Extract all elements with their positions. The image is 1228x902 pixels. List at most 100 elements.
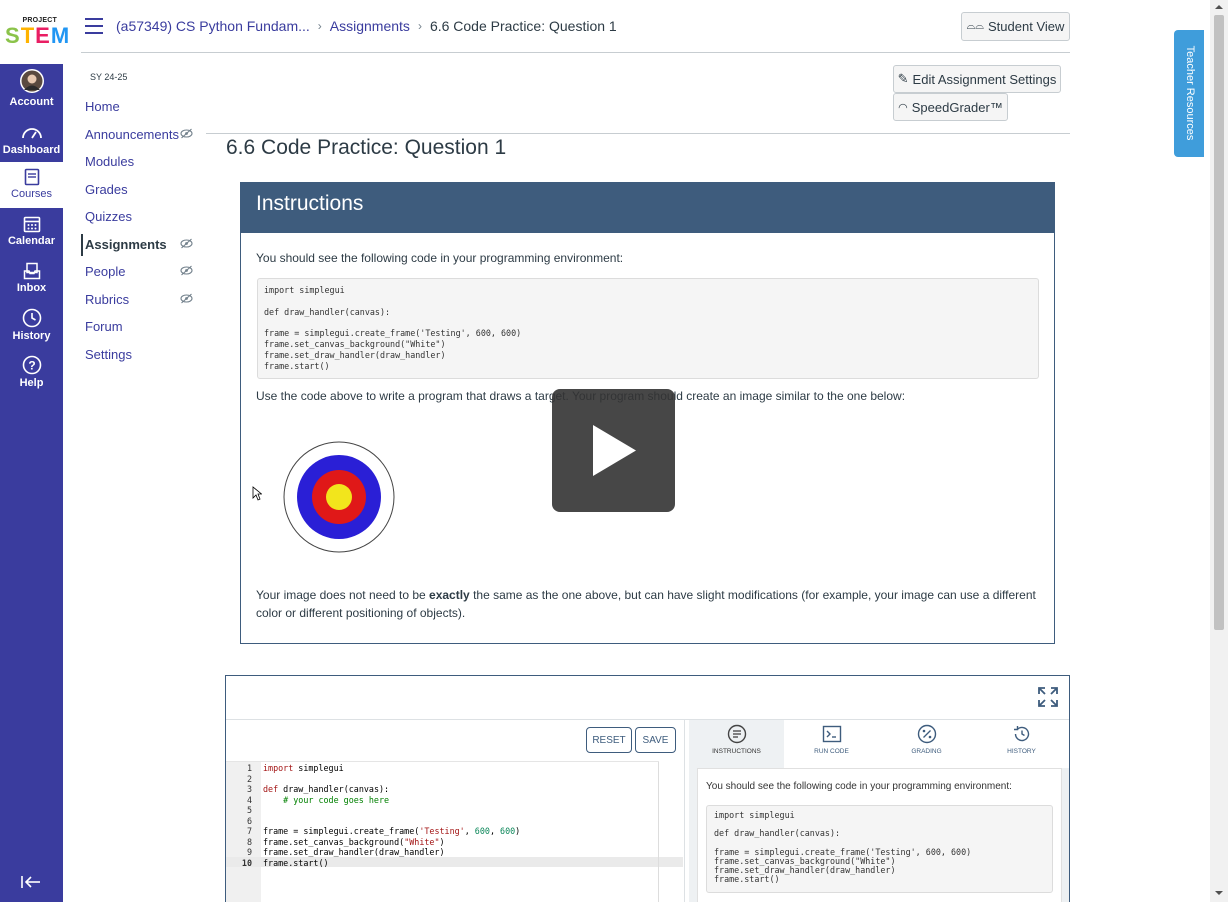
- teacher-resources-tab[interactable]: Teacher Resources: [1174, 30, 1204, 157]
- terminal-icon: [822, 725, 841, 743]
- nav-help[interactable]: ? Help: [0, 355, 63, 389]
- course-nav-announcements[interactable]: Announcements: [85, 127, 179, 142]
- speedgrader-button[interactable]: ◠ SpeedGrader™: [893, 93, 1008, 121]
- code-editor[interactable]: 1 2 3 4 5 6 7 8 9 10 import simplegui de…: [226, 761, 683, 902]
- teacher-resources-label: Teacher Resources: [1184, 45, 1196, 141]
- tab-run-code[interactable]: RUN CODE: [784, 720, 879, 768]
- tab-run-code-label: RUN CODE: [814, 748, 849, 755]
- line-number: 4: [246, 794, 252, 805]
- history-icon: [1013, 726, 1029, 742]
- page-title: 6.6 Code Practice: Question 1: [226, 136, 507, 159]
- editor-print-margin: [658, 762, 659, 902]
- code-line: import simplegui: [263, 763, 344, 773]
- note-text-1: Your image does not need to be: [256, 588, 430, 602]
- line-number: 2: [246, 773, 252, 784]
- ide-toolbar: [226, 676, 1069, 720]
- code-line: frame.set_canvas_background("White"): [263, 836, 445, 847]
- line-number: 3: [246, 784, 252, 794]
- inbox-icon: [23, 262, 40, 280]
- target-image: [283, 441, 395, 553]
- nav-calendar-label: Calendar: [7, 235, 56, 247]
- page-header: (a57349) CS Python Fundam... › Assignmen…: [81, 0, 1070, 53]
- save-button[interactable]: SAVE: [635, 727, 676, 753]
- glasses-icon: ⌓⌓: [966, 20, 985, 32]
- tab-history-label: HISTORY: [1007, 748, 1036, 755]
- grading-icon: [917, 724, 936, 744]
- history-icon: [22, 308, 41, 328]
- nav-history-label: History: [12, 330, 51, 342]
- nav-help-label: Help: [19, 377, 44, 389]
- course-nav-rubrics[interactable]: Rubrics: [85, 292, 129, 307]
- course-nav-forum[interactable]: Forum: [85, 319, 123, 334]
- code-ide: RESET SAVE 1 2 3 4 5 6 7 8 9 10 import s…: [225, 675, 1070, 902]
- speedgrader-label: SpeedGrader™: [911, 99, 1003, 115]
- course-nav-quizzes[interactable]: Quizzes: [85, 209, 132, 224]
- page-scrollbar[interactable]: [1210, 0, 1228, 902]
- nav-history[interactable]: History: [0, 308, 63, 342]
- term-label: SY 24-25: [90, 72, 128, 82]
- hidden-eye-icon: [180, 293, 193, 304]
- line-number: 6: [246, 815, 252, 826]
- fullscreen-icon[interactable]: [1038, 687, 1058, 707]
- nav-inbox[interactable]: Inbox: [0, 262, 63, 294]
- scrollbar-thumb[interactable]: [1214, 15, 1224, 630]
- instructions-tab-content: You should see the following code in you…: [689, 768, 1069, 902]
- video-play-button[interactable]: [552, 389, 675, 512]
- breadcrumb-course[interactable]: (a57349) CS Python Fundam...: [116, 18, 310, 34]
- tab-history[interactable]: HISTORY: [974, 720, 1069, 768]
- tab-instructions-label: INSTRUCTIONS: [712, 748, 761, 755]
- nav-calendar[interactable]: Calendar: [0, 215, 63, 247]
- course-nav-home[interactable]: Home: [85, 99, 120, 114]
- instructions-intro: You should see the following code in you…: [256, 251, 624, 265]
- nav-courses-label: Courses: [11, 188, 52, 200]
- logo-main-text: STEM: [5, 23, 71, 48]
- panel-code-block: import simplegui def draw_handler(canvas…: [706, 805, 1053, 893]
- code-line: frame = simplegui.create_frame('Testing'…: [263, 826, 521, 836]
- global-nav: PROJECT STEM Account Dashboard Courses C…: [0, 0, 69, 902]
- tab-grading[interactable]: GRADING: [879, 720, 974, 768]
- nav-dashboard[interactable]: Dashboard: [0, 124, 63, 156]
- course-nav-grades[interactable]: Grades: [85, 182, 128, 197]
- course-nav-assignments[interactable]: Assignments: [85, 237, 167, 252]
- breadcrumb-separator-icon: ›: [317, 19, 322, 33]
- reset-button[interactable]: RESET: [586, 727, 632, 753]
- note-bold: exactly: [429, 588, 470, 602]
- line-number: 10: [241, 857, 252, 868]
- nav-courses[interactable]: Courses: [0, 162, 63, 208]
- nav-inbox-label: Inbox: [16, 282, 47, 294]
- scroll-down-icon[interactable]: [1214, 889, 1224, 897]
- panel-divider[interactable]: [684, 720, 685, 902]
- course-nav-modules[interactable]: Modules: [85, 154, 134, 169]
- instructions-heading: Instructions: [241, 183, 1054, 233]
- line-number: 1: [246, 763, 252, 773]
- courses-icon: [24, 168, 39, 186]
- avatar: [19, 69, 44, 93]
- scroll-up-icon[interactable]: [1214, 3, 1224, 11]
- hidden-eye-icon: [180, 238, 193, 249]
- line-number: 5: [246, 805, 252, 815]
- line-number: 8: [246, 836, 252, 847]
- tab-grading-label: GRADING: [911, 748, 942, 755]
- collapse-nav-icon[interactable]: [20, 874, 42, 890]
- edit-assignment-settings-button[interactable]: ✎ Edit Assignment Settings: [893, 65, 1061, 93]
- hamburger-menu-icon[interactable]: [85, 18, 103, 34]
- tab-instructions[interactable]: INSTRUCTIONS: [689, 720, 784, 768]
- dashboard-icon: [21, 128, 42, 139]
- ide-tabs: INSTRUCTIONS RUN CODE GRADING HISTORY: [689, 720, 1069, 768]
- instructions-card: You should see the following code in you…: [697, 768, 1062, 902]
- breadcrumb-assignments[interactable]: Assignments: [330, 18, 410, 34]
- pencil-icon: ✎: [897, 71, 909, 86]
- target-ring: [326, 484, 352, 510]
- code-line: # your code goes here: [263, 794, 390, 805]
- project-stem-logo[interactable]: PROJECT STEM: [0, 0, 69, 64]
- breadcrumb: (a57349) CS Python Fundam... › Assignmen…: [116, 18, 617, 34]
- course-nav-settings[interactable]: Settings: [85, 347, 132, 362]
- breadcrumb-separator-icon: ›: [417, 19, 422, 33]
- panel-intro: You should see the following code in you…: [706, 781, 1012, 792]
- course-nav-people[interactable]: People: [85, 264, 125, 279]
- nav-account[interactable]: Account: [0, 68, 63, 108]
- help-icon: ?: [22, 355, 41, 375]
- code-line: frame.set_draw_handler(draw_handler): [263, 847, 445, 857]
- hidden-eye-icon: [180, 265, 193, 276]
- student-view-button[interactable]: ⌓⌓ Student View: [961, 12, 1070, 41]
